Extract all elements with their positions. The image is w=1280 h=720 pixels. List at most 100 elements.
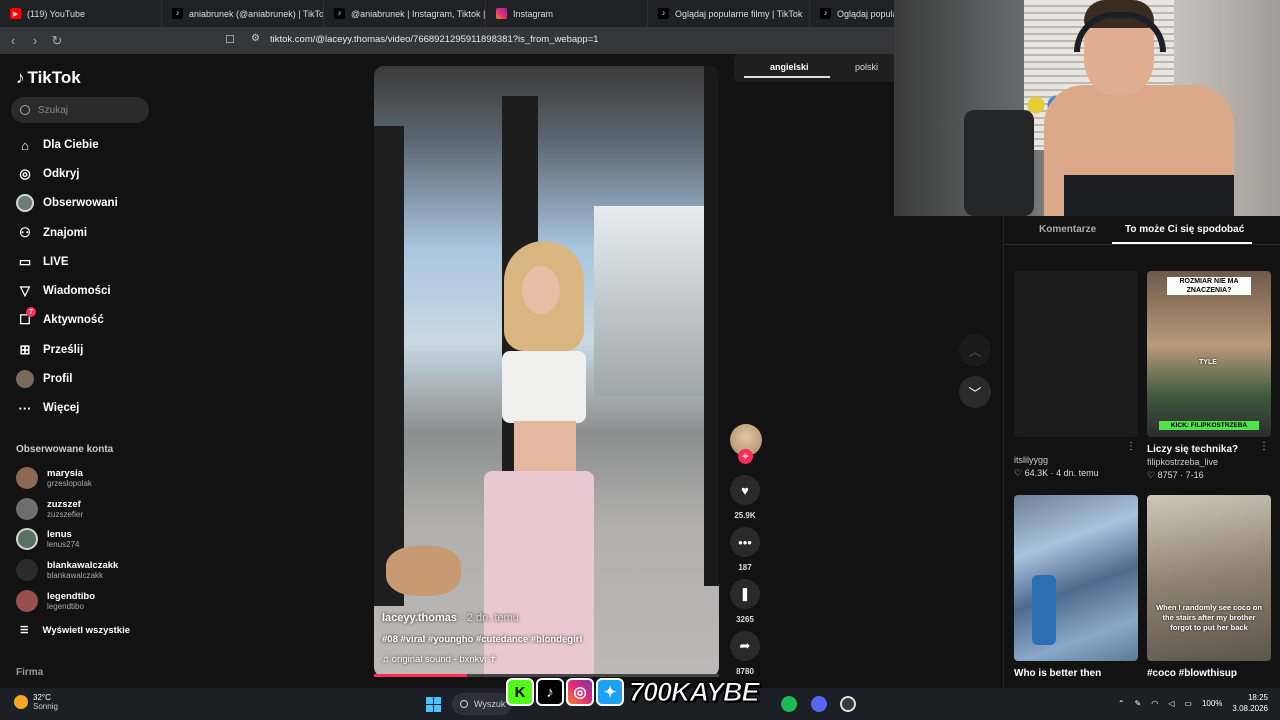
avatar	[16, 528, 38, 550]
browser-tab[interactable]: ♪ @aniabrunek | Instagram, Tiktok | Li	[324, 0, 486, 27]
comment-icon[interactable]: •••	[730, 527, 760, 557]
url-field[interactable]: tiktok.com/@laceyy.thomas/video/76689212…	[270, 34, 599, 45]
weather-widget[interactable]: 32°C Sonnig	[14, 693, 58, 711]
activity-badge: 7	[26, 307, 36, 317]
card-user: filipkostrzeba_live	[1147, 457, 1219, 467]
language-option-polish[interactable]: polski	[855, 62, 878, 72]
video-player[interactable]	[374, 66, 719, 677]
followed-account[interactable]: zuzszef zuzszefler	[16, 498, 83, 520]
discord-icon[interactable]	[811, 696, 827, 712]
video-sound[interactable]: ♫ original sound - bxnkvi ✝	[382, 654, 497, 665]
nav-item-explore[interactable]: ◎ Odkryj	[16, 165, 79, 183]
nav-label: Dla Ciebie	[43, 139, 99, 151]
list-icon: ☰	[20, 625, 29, 636]
video-card[interactable]: When I randomly see coco on the stairs a…	[1147, 495, 1271, 679]
back-icon[interactable]: ‹	[2, 33, 24, 48]
clock[interactable]: 18:25 3.08.2026	[1232, 692, 1268, 714]
scroll-up-button[interactable]: ︿	[959, 334, 991, 366]
tiktok-logo[interactable]: ♪ TikTok	[16, 68, 81, 88]
webcam-overlay	[894, 0, 1280, 216]
language-underline	[744, 76, 830, 78]
nav-item-following[interactable]: Obserwowani	[16, 194, 118, 212]
video-card[interactable]: Who is better then	[1014, 495, 1138, 679]
youtube-icon: ▶	[10, 8, 21, 19]
battery-icon[interactable]: ▭	[1184, 699, 1192, 708]
more-icon[interactable]: ⋮	[1259, 441, 1269, 452]
video-thumbnail[interactable]	[1014, 495, 1138, 661]
logo-text: TikTok	[27, 68, 81, 87]
search-placeholder: Szukaj	[38, 104, 69, 116]
footer-company-link[interactable]: Firma	[16, 667, 43, 678]
pen-icon[interactable]: ✎	[1135, 699, 1142, 708]
followed-account[interactable]: marysia grzeslopolak	[16, 467, 92, 489]
nav-item-for-you[interactable]: ⌂ Dla Ciebie	[16, 136, 99, 154]
nav-label: LIVE	[43, 256, 69, 268]
video-scene-person	[522, 266, 560, 314]
browser-tab[interactable]: Instagram	[486, 0, 648, 27]
nav-item-upload[interactable]: ⊞ Prześlij	[16, 341, 84, 359]
bookmark-icon[interactable]: ☐	[225, 33, 235, 46]
avatar	[16, 498, 38, 520]
video-scene-frame	[374, 126, 404, 606]
more-icon[interactable]: ⋮	[1126, 441, 1136, 452]
video-thumbnail[interactable]	[1014, 271, 1138, 437]
nav-item-more[interactable]: ··· Więcej	[16, 399, 80, 417]
heart-icon[interactable]: ♥	[730, 475, 760, 505]
nav-item-profile[interactable]: Profil	[16, 370, 72, 388]
reload-icon[interactable]: ↻	[46, 33, 68, 49]
comment-action[interactable]: ••• 187	[730, 527, 760, 572]
nav-label: Więcej	[43, 402, 80, 414]
wifi-icon[interactable]: ◠	[1151, 699, 1158, 708]
tab-suggested[interactable]: To może Ci się spodobać	[1125, 224, 1244, 235]
nav-item-activity[interactable]: ☐ 7 Aktywność	[16, 307, 104, 329]
compass-icon: ◎	[19, 166, 31, 181]
browser-tab[interactable]: ♪ Oglądaj popularne filmy | TikTok	[648, 0, 810, 27]
messages-icon: ▽	[20, 283, 30, 298]
search-input[interactable]: Szukaj	[11, 97, 149, 123]
comment-count: 187	[738, 563, 752, 572]
followed-account[interactable]: lenus lenus274	[16, 528, 79, 550]
volume-icon[interactable]: ◁	[1168, 699, 1174, 708]
video-thumbnail[interactable]: When I randomly see coco on the stairs a…	[1147, 495, 1271, 661]
browser-tab[interactable]: ♪ aniabrunek (@aniabrunek) | TikTok	[162, 0, 324, 27]
app-icon[interactable]	[840, 696, 856, 712]
brand-text: 700KAYBE	[629, 676, 761, 707]
weather-temp: 32°C	[33, 693, 51, 702]
windows-start-button[interactable]	[426, 697, 441, 712]
avatar	[16, 590, 38, 612]
video-card[interactable]: itslilyygg ♡ 64.3K · 4 dn. temu ⋮	[1014, 271, 1138, 479]
save-action[interactable]: ❚ 3265	[730, 579, 760, 624]
follow-button[interactable]: +	[738, 449, 753, 464]
video-card[interactable]: ROZMIAR NIE MA ZNACZENIA? TYLE KICK: FIL…	[1147, 271, 1271, 481]
tiktok-icon: ♪	[820, 8, 831, 19]
forward-icon[interactable]: ›	[24, 33, 46, 48]
show-all-button[interactable]: ☰ Wyświetl wszystkie	[20, 625, 130, 636]
nav-label: Odkryj	[43, 168, 80, 180]
thumbnail-caption: ROZMIAR NIE MA ZNACZENIA?	[1167, 277, 1251, 295]
followed-account[interactable]: legendtibo legendtibo	[16, 590, 95, 612]
thumbnail-subcaption: TYLE	[1199, 359, 1217, 366]
nav-item-friends[interactable]: ⚇ Znajomi	[16, 224, 87, 242]
spotify-icon[interactable]	[781, 696, 797, 712]
video-author[interactable]: laceyy.thomas · 2 dn. temu	[382, 612, 519, 624]
video-hashtags[interactable]: #08 #viral #youngho #cutedance #blondegi…	[382, 634, 582, 645]
nav-item-live[interactable]: ▭ LIVE	[16, 253, 69, 271]
nav-item-messages[interactable]: ▽ Wiadomości	[16, 282, 111, 300]
language-option-english[interactable]: angielski	[770, 62, 809, 72]
browser-tab[interactable]: ▶ (119) YouTube	[0, 0, 162, 27]
streamer-brand-overlay: K ♪ ◎ ✦ 700KAYBE	[506, 674, 761, 710]
taskbar-search[interactable]: Wyszuk	[452, 693, 512, 715]
share-icon[interactable]: ➦	[730, 631, 760, 661]
chevron-up-icon[interactable]: ⌃	[1118, 699, 1125, 708]
account-handle: zuzszefler	[47, 510, 84, 519]
bookmark-icon[interactable]: ❚	[730, 579, 760, 609]
video-thumbnail[interactable]: ROZMIAR NIE MA ZNACZENIA? TYLE KICK: FIL…	[1147, 271, 1271, 437]
followed-account[interactable]: blankawalczakk blankawalczakk	[16, 559, 118, 581]
card-title: Liczy się technika?	[1147, 444, 1239, 455]
site-info-icon[interactable]: ⚙	[251, 33, 260, 44]
account-handle: blankawalczakk	[47, 571, 104, 580]
tab-comments[interactable]: Komentarze	[1039, 224, 1096, 235]
like-action[interactable]: ♥ 25.9K	[730, 475, 760, 520]
share-action[interactable]: ➦ 8780	[730, 631, 760, 676]
scroll-down-button[interactable]: ﹀	[959, 376, 991, 408]
